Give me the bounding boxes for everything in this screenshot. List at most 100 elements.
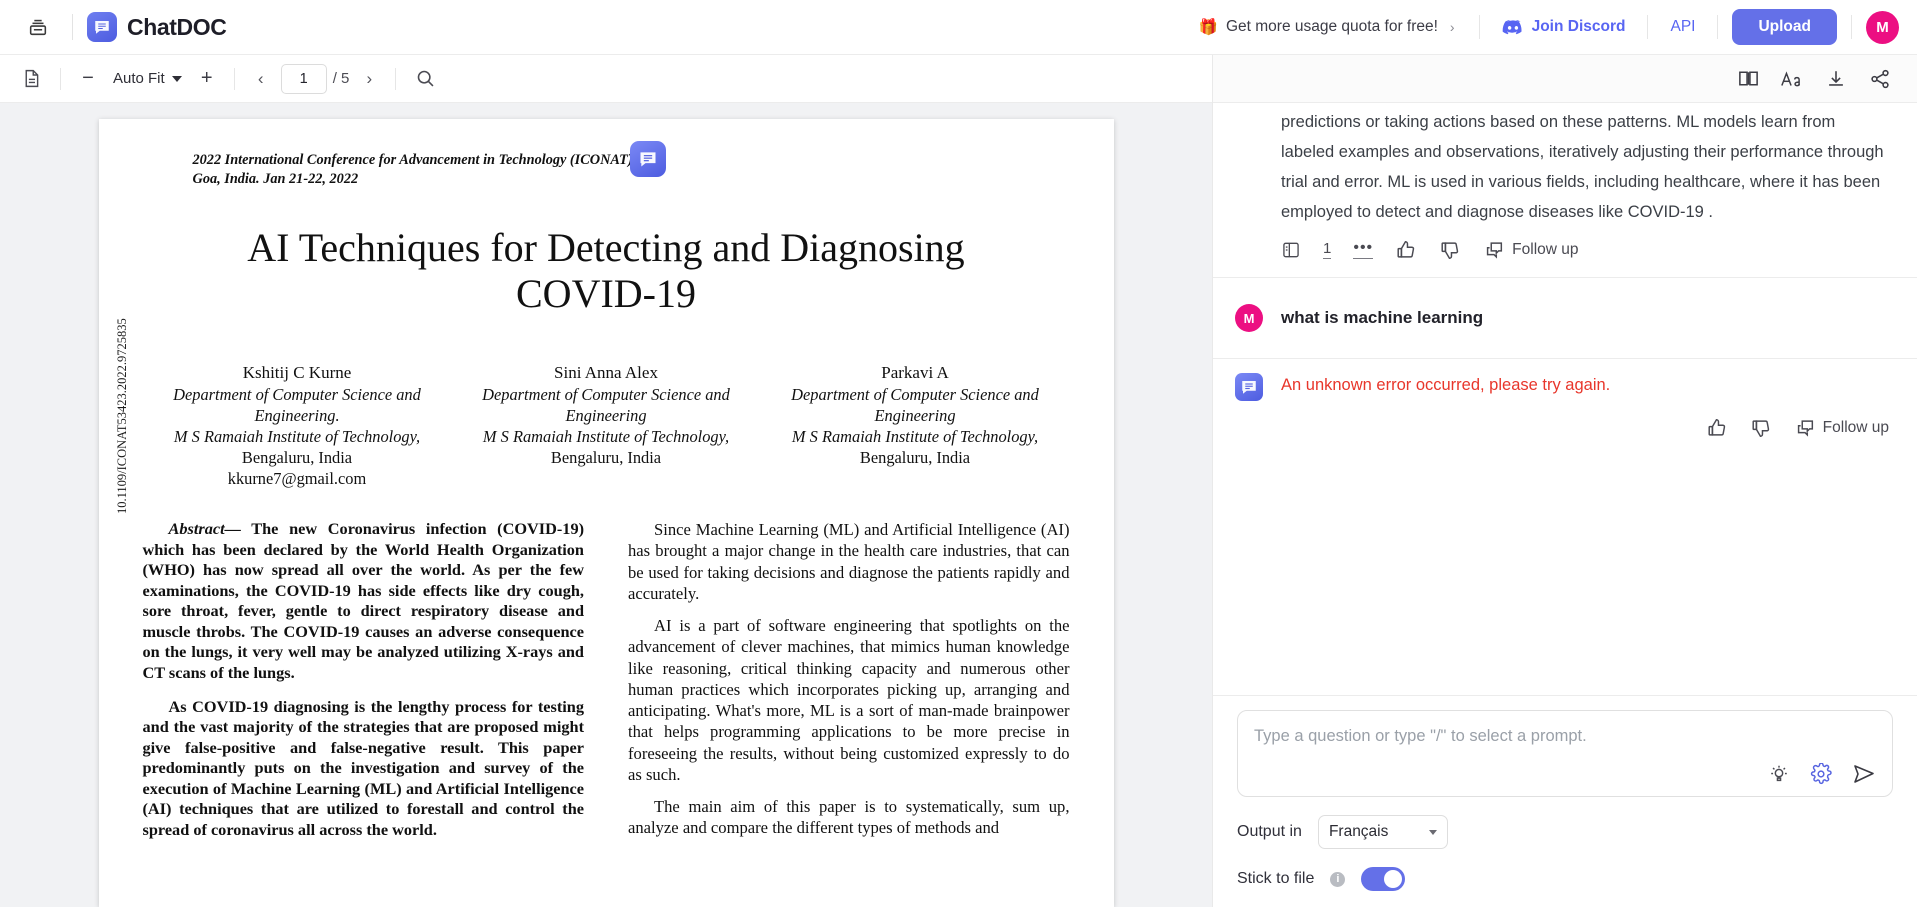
zoom-in-button[interactable]: + bbox=[192, 64, 222, 94]
upload-button[interactable]: Upload bbox=[1732, 9, 1837, 45]
info-icon[interactable]: i bbox=[1330, 871, 1346, 887]
abstract-text-1: The new Coronavirus infection (COVID-19)… bbox=[142, 519, 585, 682]
author-name: Parkavi A bbox=[881, 362, 949, 382]
header-right: 🎁 Get more usage quota for free! › Join … bbox=[1189, 9, 1899, 45]
error-message-text: An unknown error occurred, please try ag… bbox=[1281, 376, 1611, 395]
output-language-row: Output in Français bbox=[1237, 815, 1893, 849]
chat-input-placeholder[interactable]: Type a question or type "/" to select a … bbox=[1254, 725, 1876, 748]
stick-to-file-row: Stick to file i bbox=[1237, 867, 1893, 891]
share-icon[interactable] bbox=[1863, 62, 1897, 96]
download-icon[interactable] bbox=[1819, 62, 1853, 96]
citation-count[interactable]: 1 bbox=[1323, 241, 1332, 259]
chat-input-box[interactable]: Type a question or type "/" to select a … bbox=[1237, 710, 1893, 797]
avatar: M bbox=[1235, 304, 1263, 333]
join-discord-link[interactable]: Join Discord bbox=[1494, 12, 1634, 42]
pdf-viewer: − Auto Fit + ‹ / 5 › bbox=[0, 55, 1212, 907]
page-title: AI Techniques for Detecting and Diagnosi… bbox=[247, 224, 965, 317]
thumbs-down-icon[interactable] bbox=[1439, 239, 1461, 261]
lightbulb-icon[interactable] bbox=[1768, 763, 1790, 785]
output-language-value: Français bbox=[1328, 823, 1389, 840]
page-number-input[interactable] bbox=[280, 63, 327, 94]
book-open-icon[interactable] bbox=[1731, 62, 1765, 96]
source-panel-icon[interactable] bbox=[1281, 240, 1301, 260]
authors-block: Kshitij C Kurne Department of Computer S… bbox=[143, 362, 1070, 490]
search-icon[interactable] bbox=[408, 62, 442, 96]
toolbar-divider-3 bbox=[395, 67, 397, 90]
stick-to-file-toggle[interactable] bbox=[1361, 867, 1406, 891]
follow-up-label: Follow up bbox=[1512, 241, 1579, 259]
author-2: Sini Anna Alex Department of Computer Sc… bbox=[452, 362, 761, 490]
error-message: An unknown error occurred, please try ag… bbox=[1213, 358, 1917, 407]
output-language-label: Output in bbox=[1237, 823, 1302, 840]
author-name: Kshitij C Kurne bbox=[242, 362, 352, 382]
join-discord-label: Join Discord bbox=[1531, 18, 1626, 35]
header-divider-4 bbox=[1717, 15, 1719, 39]
assistant-answer: predictions or taking actions based on t… bbox=[1213, 103, 1917, 227]
author-institute: M S Ramaiah Institute of Technology, bbox=[791, 426, 1039, 446]
app-header: ChatDOC 🎁 Get more usage quota for free!… bbox=[0, 0, 1917, 55]
thumbs-up-icon[interactable] bbox=[1706, 417, 1728, 439]
follow-up-button[interactable]: Follow up bbox=[1483, 239, 1579, 261]
chevron-right-icon: › bbox=[1449, 19, 1455, 35]
chevron-down-icon bbox=[1428, 829, 1437, 835]
author-1: Kshitij C Kurne Department of Computer S… bbox=[143, 362, 452, 490]
pdf-scroll-area[interactable]: 10.1109/ICONAT53423.2022.9725835 2022 In… bbox=[0, 103, 1212, 907]
header-left: ChatDOC bbox=[18, 7, 227, 47]
author-institute: M S Ramaiah Institute of Technology, bbox=[173, 426, 421, 446]
more-options-icon[interactable]: ••• bbox=[1353, 239, 1374, 260]
font-size-icon[interactable] bbox=[1775, 62, 1809, 96]
chevron-down-icon bbox=[171, 75, 182, 82]
avatar[interactable]: M bbox=[1866, 10, 1899, 44]
header-divider-5 bbox=[1851, 15, 1852, 39]
thumbs-up-icon[interactable] bbox=[1395, 239, 1417, 261]
abstract-paragraph: Abstract— The new Coronavirus infection … bbox=[143, 519, 585, 683]
doi-text: 10.1109/ICONAT53423.2022.9725835 bbox=[114, 318, 129, 514]
prev-page-button[interactable]: ‹ bbox=[247, 65, 275, 93]
pdf-toolbar: − Auto Fit + ‹ / 5 › bbox=[0, 55, 1212, 103]
thumbs-down-icon[interactable] bbox=[1750, 417, 1772, 439]
discord-icon bbox=[1502, 19, 1522, 34]
follow-up-label: Follow up bbox=[1822, 419, 1889, 437]
send-icon[interactable] bbox=[1852, 762, 1876, 786]
brand-logo-link[interactable]: ChatDOC bbox=[87, 12, 227, 42]
chatdoc-highlight-icon[interactable] bbox=[629, 141, 666, 177]
abstract-paragraph-2: As COVID-19 diagnosing is the lengthy pr… bbox=[142, 696, 585, 839]
author-institute: M S Ramaiah Institute of Technology, bbox=[482, 426, 730, 446]
library-icon[interactable] bbox=[18, 7, 58, 47]
document-outline-icon[interactable] bbox=[14, 62, 48, 96]
assistant-answer-actions: 1 ••• Follow up bbox=[1213, 227, 1917, 279]
author-dept: Department of Computer Science and Engin… bbox=[791, 384, 1039, 425]
conference-header: 2022 International Conference for Advanc… bbox=[143, 141, 1070, 189]
chatdoc-app: ChatDOC 🎁 Get more usage quota for free!… bbox=[0, 0, 1917, 907]
toolbar-divider-2 bbox=[233, 67, 235, 90]
right-column: Since Machine Learning (ML) and Artifici… bbox=[628, 519, 1070, 853]
brand-name: ChatDOC bbox=[127, 13, 227, 40]
author-email: kkurne7@gmail.com bbox=[227, 468, 367, 488]
body-paragraph-2: AI is a part of software engineering tha… bbox=[628, 616, 1070, 784]
follow-up-icon bbox=[1797, 420, 1813, 437]
follow-up-button[interactable]: Follow up bbox=[1794, 417, 1889, 439]
output-language-select[interactable]: Français bbox=[1317, 815, 1448, 849]
zoom-level-select[interactable]: Auto Fit bbox=[105, 66, 190, 91]
stick-to-file-label: Stick to file bbox=[1237, 870, 1315, 887]
api-link[interactable]: API bbox=[1662, 12, 1703, 42]
chat-panel: predictions or taking actions based on t… bbox=[1212, 55, 1917, 907]
gear-icon[interactable] bbox=[1810, 763, 1832, 785]
header-divider-2 bbox=[1478, 15, 1480, 39]
usage-quota-label: Get more usage quota for free! bbox=[1225, 18, 1438, 35]
author-dept: Department of Computer Science and Engin… bbox=[173, 384, 421, 425]
follow-up-icon bbox=[1487, 242, 1503, 259]
body-paragraph-3: The main aim of this paper is to systema… bbox=[628, 797, 1070, 838]
user-message-text: what is machine learning bbox=[1281, 308, 1484, 328]
user-message: M what is machine learning bbox=[1213, 278, 1917, 358]
usage-quota-link[interactable]: 🎁 Get more usage quota for free! › bbox=[1189, 12, 1465, 43]
next-page-button[interactable]: › bbox=[355, 65, 383, 93]
zoom-out-button[interactable]: − bbox=[73, 64, 103, 94]
chat-toolbar bbox=[1213, 55, 1917, 103]
assistant-answer-text: predictions or taking actions based on t… bbox=[1281, 113, 1884, 222]
header-divider-3 bbox=[1647, 15, 1649, 39]
chat-composer: Type a question or type "/" to select a … bbox=[1213, 695, 1917, 907]
author-3: Parkavi A Department of Computer Science… bbox=[761, 362, 1070, 490]
chatdoc-logo-icon bbox=[87, 12, 117, 42]
chat-messages[interactable]: predictions or taking actions based on t… bbox=[1213, 103, 1917, 695]
